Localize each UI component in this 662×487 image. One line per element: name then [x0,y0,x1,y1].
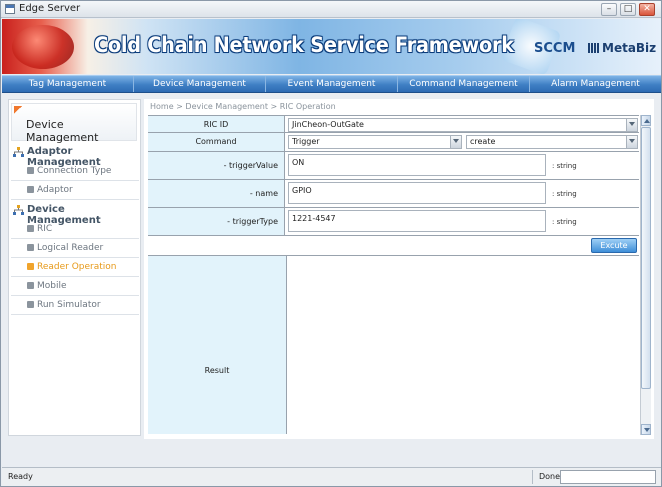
status-done-text: Done [539,472,561,481]
trigger-type-input[interactable]: 1221-4547 [288,210,546,232]
bullet-icon [27,244,34,251]
metabiz-mark-icon [588,43,600,53]
bullet-icon [27,167,34,174]
minimize-button[interactable]: – [601,3,617,16]
hierarchy-icon [13,147,24,157]
main-menu: Tag Management Device Management Event M… [2,75,661,93]
bullet-icon [27,282,34,289]
form-row-name: - name GPIO : string [148,180,639,208]
menu-event-management[interactable]: Event Management [266,76,398,92]
bullet-icon [27,263,34,270]
sidebar-item-label: Reader Operation [37,262,117,272]
chevron-down-icon[interactable] [626,136,637,148]
ric-id-value: JinCheon-OutGate [292,120,364,129]
scroll-down-icon[interactable] [641,424,651,435]
sidebar-item-label: Run Simulator [37,300,101,310]
ric-id-select[interactable]: JinCheon-OutGate [288,118,638,132]
sidebar-item-label: RIC [37,224,53,234]
sidebar-item-label: Mobile [37,281,67,291]
form-row-result: Result [148,256,639,434]
ric-id-label: RIC ID [148,116,285,132]
trigger-type-label: - triggerType [148,208,285,235]
sidebar-header-title: Device Management [26,118,99,144]
command-select[interactable]: Trigger [288,135,462,149]
command-action-select[interactable]: create [466,135,638,149]
trigger-value-label: - triggerValue [148,152,285,179]
close-button[interactable]: ✕ [639,3,655,16]
form-row-command: Command Trigger create [148,133,639,152]
sidebar: Device Management Adaptor Management Con… [8,99,141,436]
status-bar: Ready Done [2,467,661,486]
trigger-value-input[interactable]: ON [288,154,546,176]
result-output[interactable] [286,256,638,434]
sidebar-item-connection-type[interactable]: Connection Type [11,162,139,181]
app-window-icon [5,4,15,14]
app-window: Edge Server – □ ✕ Cold Chain Network Ser… [0,0,662,487]
sidebar-item-label: Connection Type [37,166,112,176]
sidebar-item-label: Logical Reader [37,243,104,253]
menu-alarm-management[interactable]: Alarm Management [530,76,661,92]
app-title: Cold Chain Network Service Framework [94,33,514,57]
sidebar-item-reader-operation[interactable]: Reader Operation [11,258,139,277]
header-banner: Cold Chain Network Service Framework SCC… [2,19,661,74]
corner-accent-icon [14,106,22,114]
sidebar-item-label: Adaptor [37,185,73,195]
breadcrumb: Home > Device Management > RIC Operation [150,102,336,111]
sidebar-item-ric[interactable]: RIC [11,220,139,239]
status-divider [532,470,533,484]
maximize-button[interactable]: □ [620,3,636,16]
form-row-trigger-value: - triggerValue ON : string [148,152,639,180]
result-label: Result [148,256,286,434]
vertical-scrollbar[interactable] [640,115,651,435]
bullet-icon [27,301,34,308]
chevron-down-icon[interactable] [626,119,637,131]
sidebar-item-run-simulator[interactable]: Run Simulator [11,296,139,315]
chevron-down-icon[interactable] [450,136,461,148]
sidebar-section-device-management[interactable]: Device Management [11,202,139,226]
status-text: Ready [8,472,33,481]
window-controls: – □ ✕ [601,3,655,16]
menu-tag-management[interactable]: Tag Management [2,76,134,92]
form-row-trigger-type: - triggerType 1221-4547 : string [148,208,639,236]
trigger-value-type: : string [552,162,577,170]
scrollbar-thumb[interactable] [641,127,651,389]
metabiz-logo-text: MetaBiz [602,41,657,55]
sidebar-header: Device Management [11,103,137,144]
execute-button[interactable]: Excute [591,238,637,253]
name-type: : string [552,190,577,198]
menu-device-management[interactable]: Device Management [134,76,266,92]
hierarchy-icon [13,205,24,215]
trigger-type-type: : string [552,218,577,226]
metabiz-logo: MetaBiz [588,41,656,55]
title-bar: Edge Server – □ ✕ [1,1,661,18]
sidebar-section-adaptor-management[interactable]: Adaptor Management [11,144,139,168]
bullet-icon [27,186,34,193]
command-action-value: create [470,137,496,146]
menu-command-management[interactable]: Command Management [398,76,530,92]
command-value: Trigger [292,137,320,146]
sidebar-item-logical-reader[interactable]: Logical Reader [11,239,139,258]
sidebar-item-adaptor[interactable]: Adaptor [11,181,139,200]
main-content: Home > Device Management > RIC Operation… [144,99,654,439]
bullet-icon [27,225,34,232]
sidebar-item-mobile[interactable]: Mobile [11,277,139,296]
tomato-image [12,25,74,69]
command-label: Command [148,133,285,151]
window-title: Edge Server [19,3,81,14]
form-row-execute: Excute [148,236,639,256]
scroll-up-icon[interactable] [641,115,651,126]
form-row-ric-id: RIC ID JinCheon-OutGate [148,115,639,133]
sccm-logo: SCCM [534,41,576,56]
name-input[interactable]: GPIO [288,182,546,204]
name-label: - name [148,180,285,207]
status-progress-box [560,470,656,484]
